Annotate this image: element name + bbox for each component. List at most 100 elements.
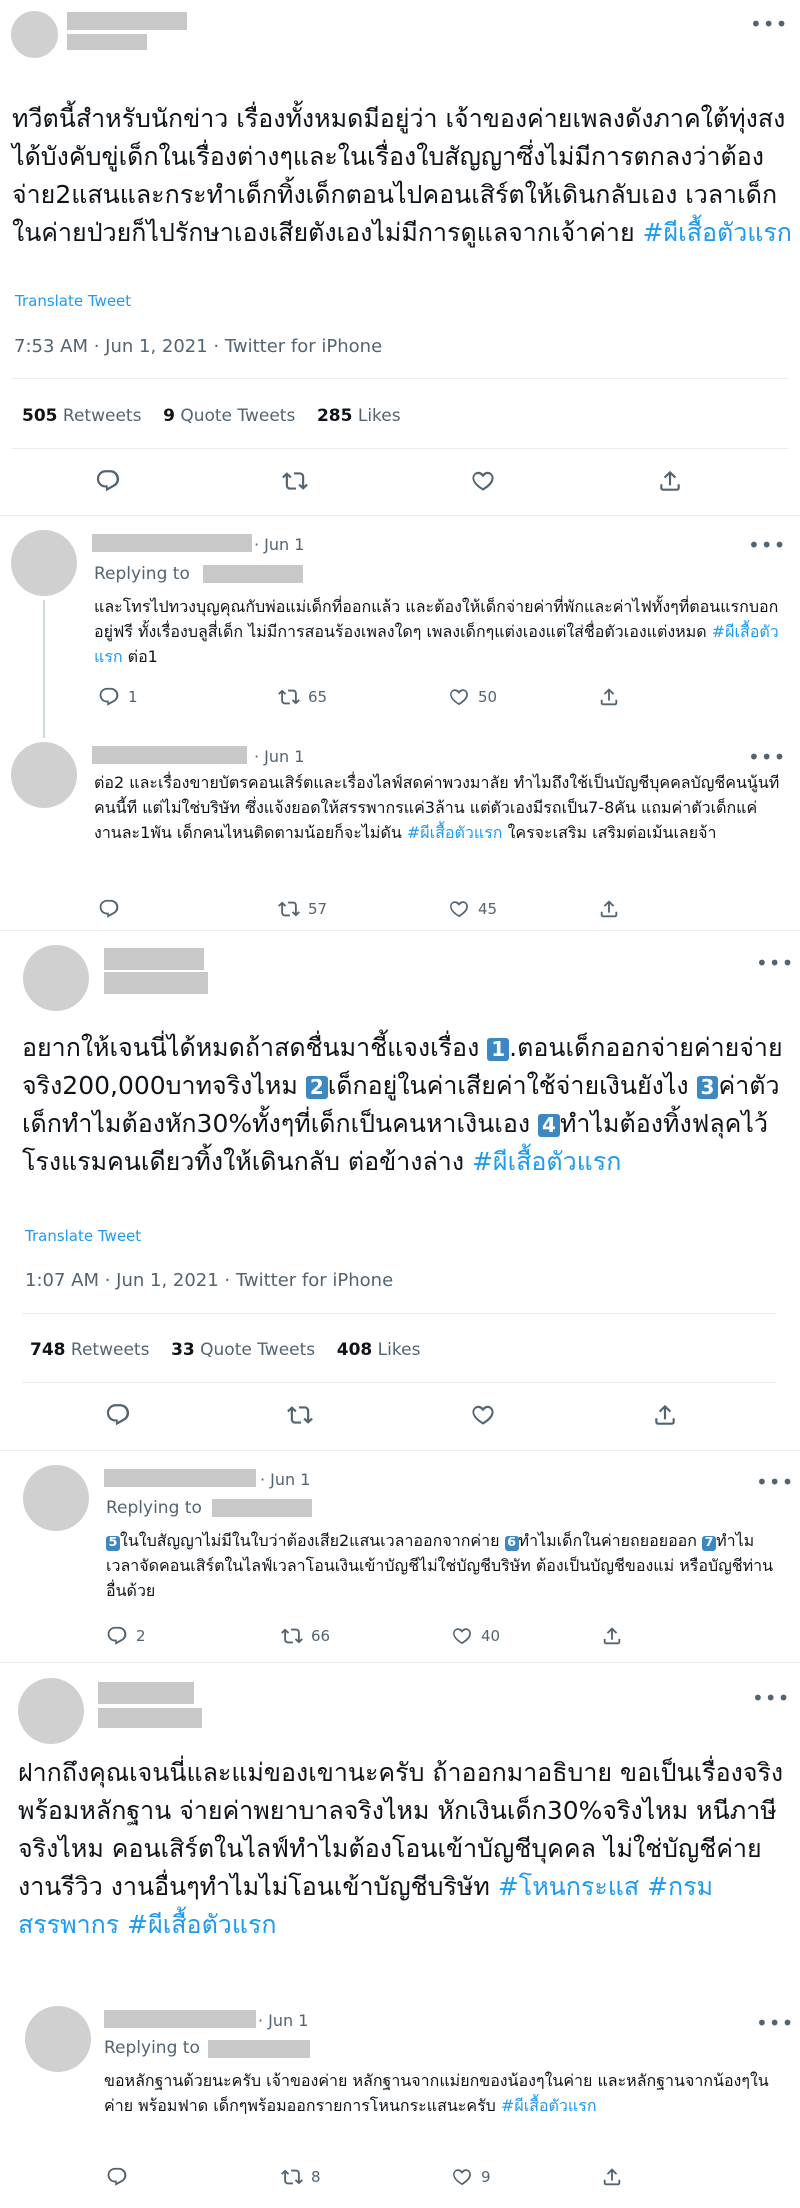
reply-button[interactable]	[106, 2166, 236, 2188]
like-button[interactable]: 50	[448, 686, 578, 708]
redacted-username	[212, 1499, 312, 1517]
divider	[22, 1382, 776, 1383]
reply-button[interactable]: 1	[98, 686, 228, 708]
share-icon[interactable]	[598, 686, 620, 708]
reply-icon[interactable]	[106, 1625, 128, 1647]
share-icon[interactable]	[601, 2166, 623, 2188]
retweet-button[interactable]: 57	[278, 898, 408, 920]
reply-icon[interactable]	[98, 686, 120, 708]
redacted-display-name	[98, 1682, 194, 1704]
more-icon[interactable]: •••	[748, 535, 786, 555]
retweet-button[interactable]: 8	[281, 2166, 411, 2188]
translate-tweet-link[interactable]: Translate Tweet	[15, 292, 131, 310]
reply-date[interactable]: · Jun 1	[258, 2011, 308, 2030]
keycap-badge: 1	[487, 1038, 510, 1061]
like-icon[interactable]	[448, 898, 470, 920]
reply-text: ต่อ2 และเรื่องขายบัตรคอนเสิร์ตและเรื่องไ…	[94, 773, 780, 842]
divider	[0, 515, 800, 516]
reply-button[interactable]: 2	[106, 1625, 236, 1647]
more-icon[interactable]: •••	[748, 747, 786, 767]
hashtag-link[interactable]: #ผีเสื้อตัวแรก	[472, 1147, 621, 1176]
avatar[interactable]	[25, 2006, 91, 2072]
retweet-button[interactable]: 65	[278, 686, 408, 708]
divider	[0, 1662, 800, 1663]
redacted-username	[208, 2040, 310, 2058]
reply-icon[interactable]	[95, 468, 121, 494]
share-button[interactable]	[598, 686, 728, 708]
share-icon[interactable]	[598, 898, 620, 920]
share-button[interactable]	[598, 898, 728, 920]
reply-date[interactable]: · Jun 1	[254, 747, 304, 766]
more-icon[interactable]: •••	[756, 1472, 794, 1492]
retweet-icon[interactable]	[278, 686, 300, 708]
share-button[interactable]	[601, 1625, 731, 1647]
more-icon[interactable]: •••	[750, 14, 788, 34]
more-icon[interactable]: •••	[756, 953, 794, 973]
avatar[interactable]	[23, 945, 89, 1011]
reply-date[interactable]: · Jun 1	[254, 535, 304, 554]
avatar[interactable]	[11, 742, 77, 808]
reply-text: และโทรไปทวงบุญคุณกับพ่อแม่เด็กที่ออกแล้ว…	[94, 597, 779, 666]
tweet-text: ทวีตนี้สำหรับนักข่าว เรื่องทั้งหมดมีอยู่…	[12, 100, 792, 252]
redacted-display-name	[92, 746, 247, 764]
retweets-stat[interactable]: 505 Retweets	[22, 406, 141, 426]
like-button[interactable]: 45	[448, 898, 578, 920]
retweet-icon[interactable]	[281, 1625, 303, 1647]
reply-icon[interactable]	[105, 1402, 131, 1428]
like-icon[interactable]	[451, 1625, 473, 1647]
retweet-button[interactable]: 66	[281, 1625, 411, 1647]
hashtag-link[interactable]: #ผีเสื้อตัวแรก	[643, 218, 792, 247]
like-icon[interactable]	[451, 2166, 473, 2188]
reply-text: ขอหลักฐานด้วยนะครับ เจ้าของค่าย หลักฐานจ…	[104, 2071, 769, 2115]
avatar[interactable]	[18, 1678, 84, 1744]
retweet-icon[interactable]	[281, 2166, 303, 2188]
keycap-badge: 5	[106, 1535, 120, 1551]
redacted-username	[104, 972, 208, 994]
translate-tweet-link[interactable]: Translate Tweet	[25, 1227, 141, 1245]
likes-stat[interactable]: 408 Likes	[337, 1340, 421, 1360]
like-icon[interactable]	[448, 686, 470, 708]
reply-icon[interactable]	[106, 2166, 128, 2188]
like-button[interactable]: 40	[451, 1625, 581, 1647]
share-icon[interactable]	[657, 468, 683, 494]
action-bar	[95, 468, 705, 498]
avatar[interactable]	[11, 11, 58, 58]
retweet-icon[interactable]	[287, 1402, 313, 1428]
like-button[interactable]: 9	[451, 2166, 581, 2188]
hashtag-link[interactable]: #โหนกระแส	[498, 1872, 639, 1901]
redacted-display-name	[104, 2010, 256, 2028]
divider	[0, 930, 800, 931]
like-icon[interactable]	[470, 468, 496, 494]
hashtag-link[interactable]: #ผีเสื้อตัวแรก	[501, 2096, 597, 2115]
like-icon[interactable]	[470, 1402, 496, 1428]
avatar[interactable]	[11, 530, 77, 596]
tweet-timestamp[interactable]: 1:07 AM · Jun 1, 2021 · Twitter for iPho…	[25, 1270, 393, 1291]
redacted-display-name	[67, 12, 187, 30]
likes-stat[interactable]: 285 Likes	[317, 406, 401, 426]
hashtag-link[interactable]: #ผีเสื้อตัวแรก	[127, 1910, 276, 1939]
replying-to: Replying to	[106, 1498, 202, 1518]
more-icon[interactable]: •••	[752, 1688, 790, 1708]
share-icon[interactable]	[652, 1402, 678, 1428]
retweet-icon[interactable]	[282, 468, 308, 494]
share-button[interactable]	[601, 2166, 731, 2188]
more-icon[interactable]: •••	[756, 2013, 794, 2033]
reply-button[interactable]	[98, 898, 228, 920]
reply-icon[interactable]	[98, 898, 120, 920]
retweet-icon[interactable]	[278, 898, 300, 920]
action-bar: 2 66 40	[106, 1625, 731, 1647]
action-bar: 1 65 50	[98, 686, 728, 708]
quote-tweets-stat[interactable]: 33 Quote Tweets	[171, 1340, 315, 1360]
reply-date[interactable]: · Jun 1	[260, 1470, 310, 1489]
retweets-stat[interactable]: 748 Retweets	[30, 1340, 149, 1360]
avatar[interactable]	[23, 1465, 89, 1531]
hashtag-link[interactable]: #ผีเสื้อตัวแรก	[407, 823, 503, 842]
divider	[12, 448, 788, 449]
quote-tweets-stat[interactable]: 9 Quote Tweets	[163, 406, 295, 426]
replying-to: Replying to	[104, 2038, 200, 2058]
reply-text: 5 ในใบสัญญาไม่มีในใบว่าต้องเสีย2แสนเวลาออ…	[106, 1531, 774, 1600]
redacted-username	[98, 1708, 202, 1728]
share-icon[interactable]	[601, 1625, 623, 1647]
tweet-timestamp[interactable]: 7:53 AM · Jun 1, 2021 · Twitter for iPho…	[14, 336, 382, 357]
keycap-badge: 4	[538, 1114, 560, 1137]
